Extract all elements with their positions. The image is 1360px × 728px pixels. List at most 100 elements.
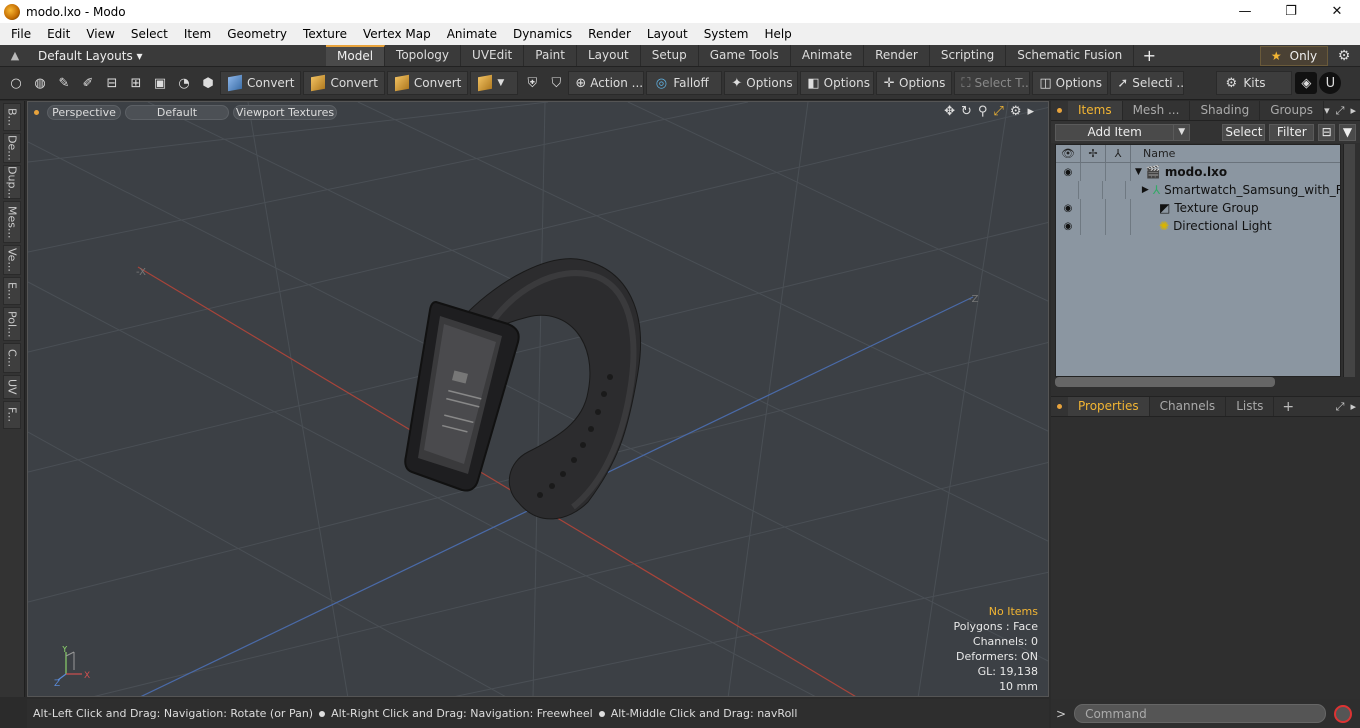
viewport-shading-dropdown[interactable]: Viewport Textures xyxy=(233,104,337,120)
default-layouts-dropdown[interactable]: Default Layouts ▾ xyxy=(30,49,143,63)
left-tab-curve[interactable]: C... xyxy=(3,343,21,373)
zoom-icon[interactable]: ⚲ xyxy=(978,104,988,119)
tab-channels[interactable]: Channels xyxy=(1150,397,1227,416)
left-tab-basic[interactable]: B... xyxy=(3,103,21,131)
viewport-style-dropdown[interactable]: Default xyxy=(125,104,229,120)
visibility-column-icon[interactable]: 👁 xyxy=(1056,145,1081,162)
view-mode-dropdown[interactable]: Perspective xyxy=(47,104,121,120)
command-input[interactable]: Command xyxy=(1074,704,1327,723)
item-list-vertical-scrollbar[interactable] xyxy=(1343,144,1355,377)
list-item[interactable]: ◉ ▼ 🎬 modo.lxo xyxy=(1056,163,1340,181)
menu-animate[interactable]: Animate xyxy=(439,23,505,45)
options-button-4[interactable]: ◫ Options xyxy=(1032,71,1109,95)
tab-schematic-fusion[interactable]: Schematic Fusion xyxy=(1006,45,1135,66)
panel-more-icon[interactable]: ▸ xyxy=(1350,101,1356,120)
expand-toggle-icon[interactable]: ▶ xyxy=(1142,185,1149,195)
tab-topology[interactable]: Topology xyxy=(385,45,462,66)
menu-vertex-map[interactable]: Vertex Map xyxy=(355,23,439,45)
tab-render[interactable]: Render xyxy=(864,45,930,66)
item-select-icon[interactable]: ▣ xyxy=(149,72,171,94)
menu-file[interactable]: File xyxy=(0,23,39,45)
left-tab-fusion[interactable]: F... xyxy=(3,401,21,429)
viewport-more-icon[interactable]: ▸ xyxy=(1027,104,1034,119)
left-tab-uv[interactable]: UV xyxy=(3,375,21,399)
visibility-eye-icon[interactable]: ◉ xyxy=(1056,199,1081,217)
convert-button-2[interactable]: Convert xyxy=(303,71,385,95)
add-panel-tab-button[interactable]: + xyxy=(1274,399,1302,415)
menu-render[interactable]: Render xyxy=(580,23,639,45)
options-button-2[interactable]: ◧ Options xyxy=(800,71,875,95)
convert-button-3[interactable]: Convert xyxy=(386,71,469,95)
tab-properties[interactable]: Properties xyxy=(1068,397,1150,416)
visibility-eye-icon[interactable]: ◉ xyxy=(1056,163,1081,181)
kits-button[interactable]: ⚙ Kits xyxy=(1216,71,1293,95)
tab-lists[interactable]: Lists xyxy=(1226,397,1275,416)
add-item-button[interactable]: Add Item xyxy=(1055,123,1175,141)
visibility-eye-icon[interactable]: ◉ xyxy=(1056,217,1081,235)
shield-snap-icon[interactable]: ⛉ xyxy=(545,72,567,94)
falloff-button[interactable]: ◎ Falloff xyxy=(646,71,723,95)
tab-model[interactable]: Model xyxy=(326,45,386,66)
3d-viewport[interactable]: -X -Z Perspective Default Viewport Textu… xyxy=(27,101,1049,697)
only-toggle-button[interactable]: ★ Only xyxy=(1260,46,1328,66)
close-button[interactable]: ✕ xyxy=(1314,0,1360,23)
gear-icon[interactable]: ⚙ xyxy=(1328,48,1360,64)
material-select-icon[interactable]: ◔ xyxy=(173,72,195,94)
menu-geometry[interactable]: Geometry xyxy=(219,23,295,45)
cube-dropdown-button[interactable]: ▼ xyxy=(470,71,519,95)
panel-menu-dot[interactable] xyxy=(1057,404,1062,409)
tab-layout[interactable]: Layout xyxy=(576,45,641,66)
select-through-button[interactable]: ⛶ Select T... xyxy=(954,71,1031,95)
minimize-button[interactable]: — xyxy=(1222,0,1268,23)
vertex-select-icon[interactable]: ○ xyxy=(5,72,27,94)
panel-expand-icon[interactable]: ⤢ xyxy=(1336,101,1345,120)
tab-paint[interactable]: Paint xyxy=(524,45,577,66)
polygon-select-icon[interactable]: ⊞ xyxy=(125,72,147,94)
menu-layout[interactable]: Layout xyxy=(639,23,696,45)
locator-column-icon[interactable]: ⅄ xyxy=(1106,145,1131,162)
options-button-3[interactable]: ✛ Options xyxy=(876,71,953,95)
shield-icon[interactable]: ⛨ xyxy=(521,72,543,94)
menu-edit[interactable]: Edit xyxy=(39,23,78,45)
tab-setup[interactable]: Setup xyxy=(640,45,699,66)
pen-tool-icon[interactable]: ✎ xyxy=(53,72,75,94)
left-tab-mesh-edit[interactable]: Mes... xyxy=(3,201,21,243)
panel-dropdown-icon[interactable]: ▾ xyxy=(1324,101,1330,120)
viewport-gear-icon[interactable]: ⚙ xyxy=(1010,104,1022,119)
tab-scripting[interactable]: Scripting xyxy=(929,45,1007,66)
tab-items[interactable]: Items xyxy=(1068,101,1123,120)
menu-select[interactable]: Select xyxy=(123,23,176,45)
add-item-dropdown-icon[interactable]: ▼ xyxy=(1173,123,1191,141)
menu-help[interactable]: Help xyxy=(756,23,799,45)
menu-dynamics[interactable]: Dynamics xyxy=(505,23,580,45)
expand-toggle-icon[interactable]: ▼ xyxy=(1135,167,1142,177)
options-button-1[interactable]: ✦ Options xyxy=(724,71,799,95)
convert-button-1[interactable]: Convert xyxy=(220,71,302,95)
menu-texture[interactable]: Texture xyxy=(295,23,355,45)
menu-system[interactable]: System xyxy=(696,23,757,45)
panel-expand-icon[interactable]: ⤢ xyxy=(1336,397,1345,416)
maximize-button[interactable]: ❐ xyxy=(1268,0,1314,23)
funnel-icon[interactable]: ▼ xyxy=(1339,123,1356,141)
brush-tool-icon[interactable]: ✐ xyxy=(77,72,99,94)
tab-game-tools[interactable]: Game Tools xyxy=(698,45,791,66)
add-layout-tab-button[interactable]: + xyxy=(1134,46,1164,65)
left-tab-edge[interactable]: E... xyxy=(3,277,21,305)
record-macro-icon[interactable] xyxy=(1334,704,1353,723)
tab-shading[interactable]: Shading xyxy=(1190,101,1261,120)
maximize-viewport-icon[interactable]: ⤢ xyxy=(993,104,1003,119)
left-tab-duplicate[interactable]: Dup... xyxy=(3,165,21,199)
select-button[interactable]: Select xyxy=(1222,123,1266,141)
edge-select-icon[interactable]: ⊟ xyxy=(101,72,123,94)
name-column-header[interactable]: Name xyxy=(1131,145,1175,162)
item-list-horizontal-scrollbar[interactable] xyxy=(1055,377,1275,387)
tab-groups[interactable]: Groups xyxy=(1260,101,1324,120)
panel-more-icon[interactable]: ▸ xyxy=(1350,397,1356,416)
tab-uvedit[interactable]: UVEdit xyxy=(461,45,525,66)
unity-icon[interactable]: ◈ xyxy=(1295,72,1318,94)
collapse-icon[interactable]: ⊟ xyxy=(1318,123,1336,141)
rotate-icon[interactable]: ↻ xyxy=(961,104,972,119)
globe-select-icon[interactable]: ◍ xyxy=(29,72,51,94)
left-tab-polygon[interactable]: Pol... xyxy=(3,307,21,341)
viewport-menu-dot[interactable] xyxy=(34,109,39,115)
